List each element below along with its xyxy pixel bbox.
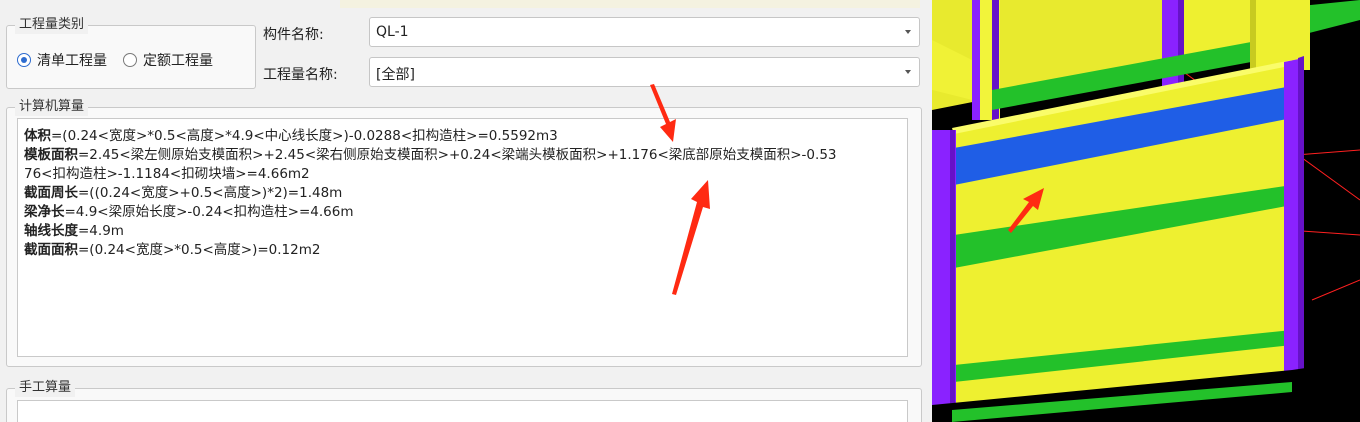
quantity-panel: 工程量类别 清单工程量 定额工程量 构件名称: QL-1 工程量名称: [全部]…: [0, 0, 932, 422]
radio-checked-icon[interactable]: [17, 53, 31, 67]
quantity-name-combo[interactable]: [全部]: [369, 57, 920, 87]
radio-quota-quantity-label: 定额工程量: [143, 53, 213, 69]
model-3d-viewport[interactable]: [932, 0, 1360, 422]
radio-bill-quantity[interactable]: 清单工程量: [17, 50, 107, 70]
quantity-type-group: 工程量类别 清单工程量 定额工程量: [6, 16, 256, 89]
calc-line-volume: 体积=(0.24<宽度>*0.5<高度>*4.9<中心线长度>)-0.0288<…: [24, 128, 558, 144]
quantity-name-label: 工程量名称:: [263, 67, 338, 83]
radio-unchecked-icon[interactable]: [123, 53, 137, 67]
component-name-label: 构件名称:: [263, 27, 324, 43]
background-strip: [340, 0, 920, 8]
calc-line-formwork-area-cont: 76<扣构造柱>-1.1184<扣砌块墙>=4.66m2: [24, 166, 310, 182]
quantity-name-value: [全部]: [376, 67, 415, 83]
chevron-down-icon[interactable]: [905, 70, 911, 74]
radio-quota-quantity[interactable]: 定额工程量: [123, 50, 213, 70]
component-name-combo[interactable]: QL-1: [369, 17, 920, 47]
calc-line-beam-net-length: 梁净长=4.9<梁原始长度>-0.24<扣构造柱>=4.66m: [24, 204, 354, 220]
quantity-type-title: 工程量类别: [15, 16, 89, 34]
calc-line-section-perimeter: 截面周长=((0.24<宽度>+0.5<高度>)*2)=1.48m: [24, 185, 343, 201]
manual-calc-title: 手工算量: [15, 379, 76, 397]
computer-calc-textarea[interactable]: 体积=(0.24<宽度>*0.5<高度>*4.9<中心线长度>)-0.0288<…: [17, 118, 908, 357]
quantity-type-options: 清单工程量 定额工程量: [17, 50, 213, 70]
computer-calc-title: 计算机算量: [15, 98, 89, 116]
beam-wall-3d-render: [932, 0, 1360, 422]
chevron-down-icon[interactable]: [905, 30, 911, 34]
computer-calc-content: 体积=(0.24<宽度>*0.5<高度>*4.9<中心线长度>)-0.0288<…: [24, 127, 900, 260]
manual-calc-textarea[interactable]: [17, 400, 908, 422]
calc-line-formwork-area: 模板面积=2.45<梁左侧原始支模面积>+2.45<梁右侧原始支模面积>+0.2…: [24, 147, 837, 163]
calc-line-section-area: 截面面积=(0.24<宽度>*0.5<高度>)=0.12m2: [24, 242, 321, 258]
component-name-value: QL-1: [376, 24, 409, 40]
calc-line-axis-length: 轴线长度=4.9m: [24, 223, 124, 239]
radio-bill-quantity-label: 清单工程量: [37, 53, 107, 69]
